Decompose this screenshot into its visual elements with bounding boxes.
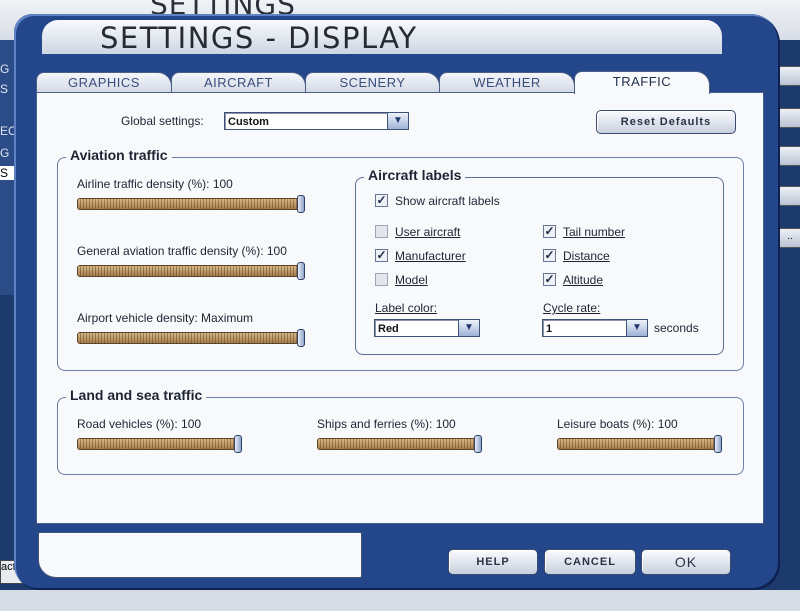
tab-weather[interactable]: WEATHER [439,72,575,93]
manufacturer-label: Manufacturer [395,249,466,263]
background-bottom-bar [0,590,800,611]
cycle-rate-value: 1 [546,323,553,335]
land-sea-traffic-title: Land and sea traffic [66,387,207,403]
airport-vehicle-slider-thumb[interactable] [297,329,305,347]
background-button[interactable] [778,66,800,86]
distance-label: Distance [563,249,610,263]
ships-ferries-label: Ships and ferries (%): 100 [317,417,456,431]
cycle-rate-select[interactable]: 1 ▼ [542,319,648,337]
background-button[interactable] [778,186,800,206]
user-aircraft-label: User aircraft [395,225,461,239]
aircraft-labels-title: Aircraft labels [364,167,466,183]
road-vehicles-slider-thumb[interactable] [234,435,242,453]
general-aviation-slider-thumb[interactable] [297,262,305,280]
tab-aircraft[interactable]: AIRCRAFT [171,72,306,93]
tab-scenery[interactable]: SCENERY [305,72,440,93]
dialog-title: SETTINGS - DISPLAY [100,21,418,55]
airline-traffic-slider-thumb[interactable] [297,195,305,213]
tab-graphics[interactable]: GRAPHICS [36,72,172,93]
airline-traffic-label: Airline traffic density (%): 100 [77,177,233,191]
background-left-label: G [0,62,10,76]
label-color-select[interactable]: Red ▼ [374,319,480,337]
global-settings-select[interactable]: Custom ▼ [224,112,409,130]
land-sea-traffic-group: Land and sea traffic Road vehicles (%): … [57,387,744,475]
leisure-boats-slider[interactable] [557,438,720,450]
leisure-boats-slider-thumb[interactable] [714,435,722,453]
chevron-down-icon[interactable]: ▼ [458,320,479,336]
model-checkbox[interactable] [375,273,388,286]
aircraft-labels-group: Aircraft labels ✓ Show aircraft labels U… [355,167,724,355]
altitude-label: Altitude [563,273,604,287]
manufacturer-checkbox[interactable]: ✓ [375,249,388,262]
background-button[interactable]: .. [778,228,800,248]
show-labels-checkbox[interactable]: ✓ [375,194,388,207]
aviation-traffic-title: Aviation traffic [66,147,172,163]
global-settings-value: Custom [228,116,269,128]
reset-defaults-button[interactable]: Reset Defaults [596,110,736,134]
chevron-down-icon[interactable]: ▼ [626,320,647,336]
label-color-value: Red [378,323,399,335]
airline-traffic-slider[interactable] [77,198,303,210]
global-settings-label: Global settings: [121,114,204,128]
general-aviation-label: General aviation traffic density (%): 10… [77,244,287,258]
road-vehicles-label: Road vehicles (%): 100 [77,417,202,431]
aviation-traffic-group: Aviation traffic Airline traffic density… [57,147,744,371]
ships-ferries-slider-thumb[interactable] [474,435,482,453]
cycle-rate-unit: seconds [654,321,699,335]
background-left-label: S [0,166,14,180]
ships-ferries-slider[interactable] [317,438,480,450]
tail-number-label: Tail number [563,225,626,239]
ok-button[interactable]: OK [641,549,731,575]
distance-checkbox[interactable]: ✓ [543,249,556,262]
background-left-label: S [0,82,9,96]
cycle-rate-label: Cycle rate: [543,301,601,315]
show-labels-label: Show aircraft labels [395,194,500,208]
road-vehicles-slider[interactable] [77,438,240,450]
tail-number-checkbox[interactable]: ✓ [543,225,556,238]
help-button[interactable]: HELP [448,549,538,575]
status-box [38,532,362,578]
cancel-button[interactable]: CANCEL [544,549,636,575]
general-aviation-slider[interactable] [77,265,303,277]
label-color-label: Label color: [375,301,438,315]
chevron-down-icon[interactable]: ▼ [387,113,408,129]
airport-vehicle-slider[interactable] [77,332,303,344]
model-label: Model [395,273,428,287]
leisure-boats-label: Leisure boats (%): 100 [557,417,678,431]
airport-vehicle-label: Airport vehicle density: Maximum [77,311,254,325]
user-aircraft-checkbox[interactable] [375,225,388,238]
background-left-label: G [0,146,10,160]
altitude-checkbox[interactable]: ✓ [543,273,556,286]
background-button[interactable] [778,146,800,166]
tab-traffic[interactable]: TRAFFIC [574,71,710,94]
background-button[interactable] [778,108,800,128]
traffic-panel: Global settings: Custom ▼ Reset Defaults… [36,92,764,524]
